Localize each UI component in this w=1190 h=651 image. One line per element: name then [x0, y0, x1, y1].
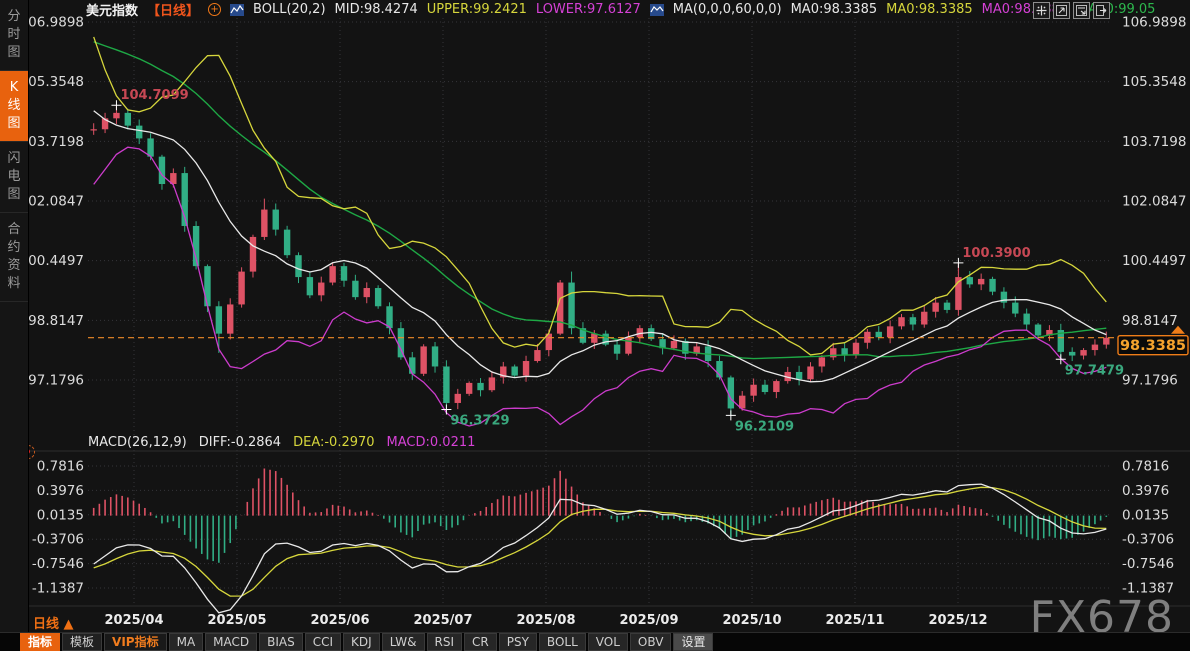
price-axis-label-right: 102.0847	[1122, 194, 1186, 210]
move-crosshair-icon[interactable]	[1033, 2, 1050, 19]
symbol-name: 美元指数	[86, 0, 138, 19]
price-axis-label-left: 97.1796	[28, 373, 84, 389]
macd-axis-label-left: 0.3976	[37, 483, 84, 499]
sidebar-item-contract-info[interactable]: 合约资料	[0, 213, 28, 302]
period-tag: 【日线】	[147, 0, 199, 19]
x-axis-date: 2025/11	[825, 613, 884, 628]
macd-header: MACD(26,12,9) DIFF:-0.2864 DEA:-0.2970 M…	[88, 435, 475, 450]
toolbar-button-9[interactable]: RSI	[427, 633, 463, 651]
toolbar-button-14[interactable]: OBV	[630, 633, 672, 651]
x-axis-date: 2025/08	[516, 613, 575, 628]
toolbar-button-1[interactable]: 模板	[62, 633, 102, 651]
price-axis-label-right: 97.1796	[1122, 373, 1178, 389]
macd-axis-label-left: -1.1387	[32, 581, 84, 597]
toolbar-button-2[interactable]: VIP指标	[104, 633, 167, 651]
price-axis-label-left: 100.4497	[20, 253, 84, 269]
macd-diff-value: DIFF:-0.2864	[199, 435, 281, 450]
pan-right-icon[interactable]	[1093, 2, 1110, 19]
period-arrow-icon: ▲	[64, 617, 74, 632]
macd-axis-label-right: -0.7546	[1122, 556, 1174, 572]
toolbar-button-15[interactable]: 设置	[673, 633, 713, 651]
sidebar-item-lightning-chart[interactable]: 闪电图	[0, 142, 28, 213]
price-annotation: 104.7099	[120, 88, 188, 103]
price-axis-label-right: 103.7198	[1122, 134, 1186, 150]
toolbar-button-6[interactable]: CCI	[305, 633, 341, 651]
macd-axis-label-right: 0.0135	[1122, 507, 1169, 523]
price-axis-label-left: 102.0847	[20, 194, 84, 210]
ma-label: MA(0,0,0,60,0,0)	[673, 2, 782, 17]
boll-upper-value: UPPER:99.2421	[427, 2, 527, 17]
ma0-yellow-value: MA0:98.3385	[886, 2, 973, 17]
sidebar-item-time-chart[interactable]: 分时图	[0, 0, 28, 71]
boll-label: BOLL(20,2)	[253, 2, 326, 17]
period-selector[interactable]: 日线 ▲	[33, 613, 74, 632]
macd-axis-label-right: -0.3706	[1122, 532, 1174, 548]
chart-canvas[interactable]: 106.9898106.9898105.3548105.3548103.7198…	[0, 0, 1190, 651]
zoom-in-icon[interactable]	[1053, 2, 1070, 19]
toolbar-button-13[interactable]: VOL	[588, 633, 628, 651]
macd-label: MACD(26,12,9)	[88, 435, 187, 450]
macd-axis-label-left: -0.3706	[32, 532, 84, 548]
price-axis-label-left: 105.3548	[20, 74, 84, 90]
price-annotation: 96.3729	[450, 413, 509, 428]
macd-macd-value: MACD:0.0211	[387, 435, 476, 450]
x-axis-date: 2025/05	[207, 613, 266, 628]
sidebar: 分时图 K线图 闪电图 合约资料	[0, 0, 29, 632]
price-axis-label-right: 100.4497	[1122, 253, 1186, 269]
macd-axis-label-left: -0.7546	[32, 556, 84, 572]
price-axis-label-right: 98.8147	[1122, 313, 1178, 329]
toolbar-button-5[interactable]: BIAS	[259, 633, 303, 651]
indicator-toolbar: 指标模板VIP指标MAMACDBIASCCIKDJLW&RSICRPSYBOLL…	[0, 632, 1190, 651]
price-annotation: 100.3900	[962, 246, 1030, 261]
x-axis-date: 2025/10	[722, 613, 781, 628]
trading-app-window: 106.9898106.9898105.3548105.3548103.7198…	[0, 0, 1190, 651]
sidebar-item-kline-chart[interactable]: K线图	[0, 71, 28, 142]
toolbar-button-0[interactable]: 指标	[20, 633, 60, 651]
toolbar-button-12[interactable]: BOLL	[539, 633, 586, 651]
macd-axis-label-left: 0.0135	[37, 507, 84, 523]
x-axis-date: 2025/09	[619, 613, 678, 628]
current-price-value: 98.3385	[1120, 338, 1186, 354]
ma-legend-icon[interactable]	[650, 4, 664, 16]
toolbar-button-11[interactable]: PSY	[499, 633, 537, 651]
toolbar-button-4[interactable]: MACD	[205, 633, 257, 651]
toolbar-button-3[interactable]: MA	[169, 633, 204, 651]
boll-legend-icon[interactable]	[230, 4, 244, 16]
toolbar-button-7[interactable]: KDJ	[343, 633, 380, 651]
x-axis-dates: 2025/04 2025/05 2025/06 2025/07 2025/08 2025/…	[0, 608, 1190, 632]
price-annotation: 97.7479	[1065, 363, 1124, 378]
x-axis-date: 2025/06	[310, 613, 369, 628]
price-axis-label-left: 103.7198	[20, 134, 84, 150]
chart-header: 美元指数 【日线】 + BOLL(20,2) MID:98.4274 UPPER…	[28, 0, 1155, 19]
toolbar-button-8[interactable]: LW&	[382, 633, 425, 651]
boll-lower-value: LOWER:97.6127	[536, 2, 641, 17]
boll-mid-value: MID:98.4274	[335, 2, 418, 17]
chart-tools	[1033, 2, 1110, 19]
toolbar-button-10[interactable]: CR	[464, 633, 497, 651]
price-axis-label-left: 98.8147	[28, 313, 84, 329]
x-axis-date: 2025/04	[104, 613, 163, 628]
macd-axis-label-right: 0.7816	[1122, 459, 1169, 475]
ma0-white-value: MA0:98.3385	[791, 2, 878, 17]
zoom-out-icon[interactable]	[1073, 2, 1090, 19]
macd-dea-value: DEA:-0.2970	[293, 435, 374, 450]
macd-axis-label-left: 0.7816	[37, 459, 84, 475]
price-axis-label-right: 105.3548	[1122, 74, 1186, 90]
x-axis-date: 2025/07	[413, 613, 472, 628]
macd-axis-label-right: 0.3976	[1122, 483, 1169, 499]
period-label: 日线	[33, 617, 59, 632]
x-axis-date: 2025/12	[928, 613, 987, 628]
add-indicator-icon[interactable]: +	[208, 3, 221, 16]
price-annotation: 96.2109	[735, 419, 794, 434]
